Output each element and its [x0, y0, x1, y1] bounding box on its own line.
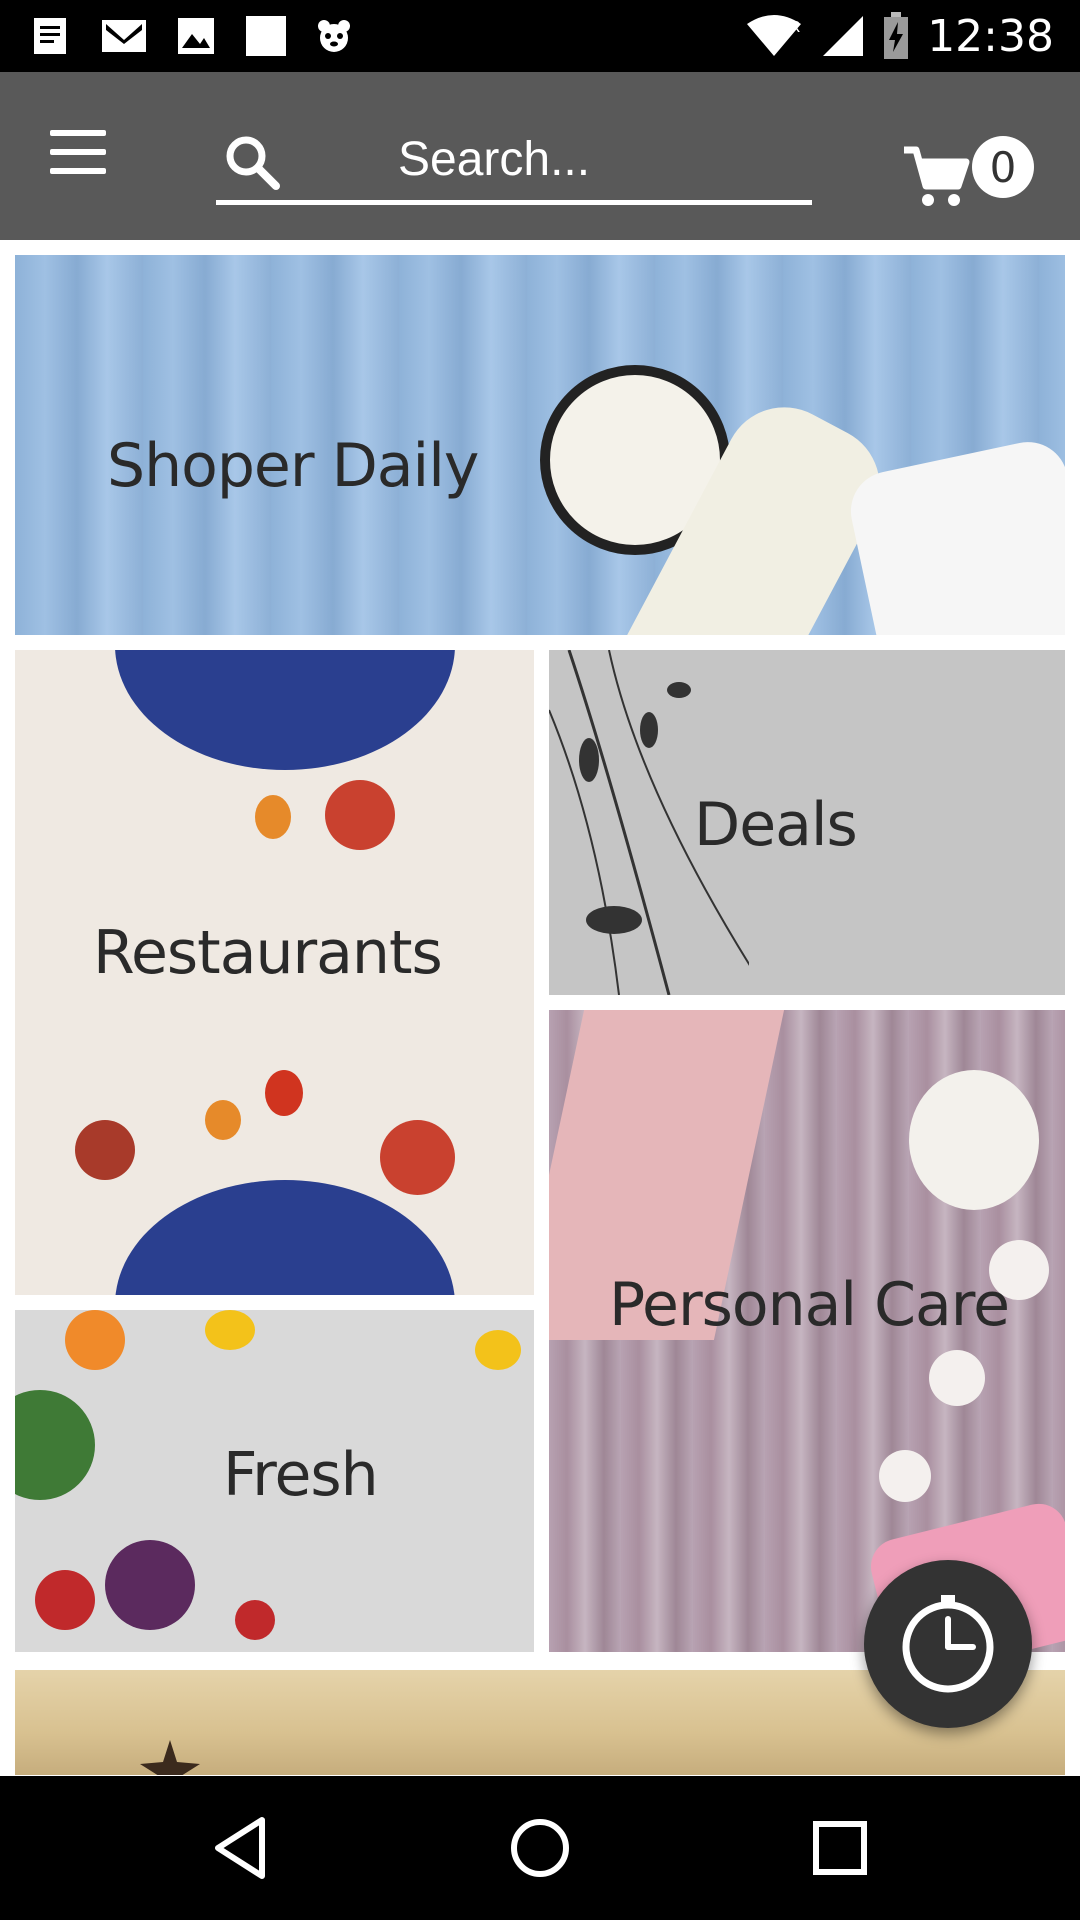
panda-icon	[318, 20, 350, 52]
pepper-image	[205, 1100, 241, 1140]
pepper-image	[255, 795, 291, 839]
gmail-icon	[102, 20, 146, 52]
menu-icon-line	[50, 168, 106, 174]
system-nav-bar	[0, 1776, 1080, 1920]
tile-shoper-daily[interactable]: Shoper Daily	[15, 255, 1065, 635]
search-input[interactable]	[396, 128, 800, 190]
fruit-image	[65, 1310, 125, 1370]
vegetable-image	[15, 1390, 95, 1500]
tomato-image	[235, 1600, 275, 1640]
tile-label-shoper-daily: Shoper Daily	[107, 431, 479, 501]
tile-label-deals: Deals	[694, 790, 858, 860]
cart-count-badge: 0	[972, 136, 1034, 198]
fruit-image	[35, 1570, 95, 1630]
signal-icon	[823, 16, 864, 56]
battery-charging-icon	[884, 12, 909, 59]
cart-button[interactable]: 0	[900, 112, 1040, 232]
notes-icon	[34, 18, 66, 54]
status-time: 12:38	[927, 10, 1054, 62]
tile-deals[interactable]: Deals	[549, 650, 1065, 995]
clock-icon	[902, 1595, 994, 1693]
salad-plate-image	[115, 650, 455, 770]
menu-icon-line	[50, 130, 106, 136]
towel-image	[843, 434, 1065, 635]
tomato-image	[325, 780, 395, 850]
gallery-icon	[178, 18, 214, 54]
pepper-image	[205, 1310, 255, 1350]
svg-text:R: R	[789, 19, 801, 36]
tomato-image	[75, 1120, 135, 1180]
tile-label-restaurants: Restaurants	[93, 918, 443, 988]
tile-label-fresh: Fresh	[223, 1440, 379, 1510]
back-icon[interactable]	[198, 1806, 282, 1890]
square-icon	[246, 16, 286, 56]
schedule-fab-button[interactable]	[864, 1560, 1032, 1728]
tile-restaurants[interactable]: Restaurants	[15, 650, 534, 1295]
salad-plate-image	[115, 1180, 455, 1295]
search-bar[interactable]	[216, 114, 812, 205]
tile-fresh[interactable]: Fresh	[15, 1310, 534, 1652]
recents-icon[interactable]	[798, 1806, 882, 1890]
flower-image	[929, 1350, 985, 1406]
home-icon[interactable]	[498, 1806, 582, 1890]
pepper-image	[265, 1070, 303, 1116]
fruit-image	[105, 1540, 195, 1630]
status-right: R 12:38	[745, 8, 1054, 64]
flower-image	[879, 1450, 931, 1502]
status-bar: R 12:38	[0, 0, 1080, 72]
tile-personal-care[interactable]: Personal Care	[549, 1010, 1065, 1652]
menu-button[interactable]	[50, 130, 106, 174]
app-bar: 0	[0, 72, 1080, 240]
tile-label-personal-care: Personal Care	[609, 1270, 1010, 1340]
wifi-icon: R	[747, 15, 802, 56]
status-left-icons	[28, 12, 352, 60]
star-anise-image	[140, 1740, 200, 1775]
pepper-image	[475, 1330, 521, 1370]
search-icon	[226, 136, 280, 190]
jug-image	[909, 1070, 1039, 1210]
tomato-image	[380, 1120, 455, 1195]
cart-icon	[904, 146, 970, 206]
menu-icon-line	[50, 149, 106, 155]
